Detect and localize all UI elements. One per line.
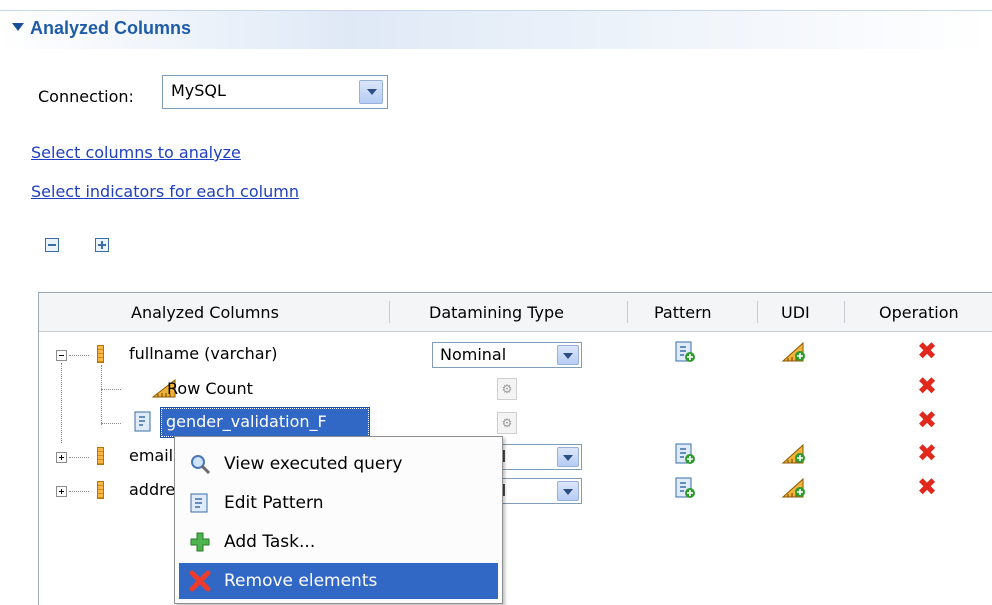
connection-label: Connection: xyxy=(38,87,134,106)
menu-item-edit-pattern[interactable]: Edit Pattern xyxy=(179,485,498,521)
pattern-icon xyxy=(134,411,151,432)
dropdown-button[interactable] xyxy=(557,345,579,365)
chevron-down-icon xyxy=(563,489,573,495)
tree-expand-toggle[interactable] xyxy=(56,452,67,463)
header-udi[interactable]: UDI xyxy=(781,303,810,322)
tree-line xyxy=(69,491,89,492)
pattern-icon[interactable] xyxy=(675,443,695,465)
section-header[interactable]: Analyzed Columns xyxy=(0,10,992,49)
section-title: Analyzed Columns xyxy=(30,18,192,38)
remove-icon[interactable]: ✖ xyxy=(917,441,937,465)
column-icon xyxy=(97,481,104,499)
header-separator xyxy=(757,301,758,323)
table-header: Analyzed Columns Datamining Type Pattern… xyxy=(39,293,992,332)
tree-line xyxy=(101,365,102,425)
header-datamining-type[interactable]: Datamining Type xyxy=(429,303,564,322)
tree-line xyxy=(61,363,62,443)
plus-icon-v xyxy=(101,241,103,249)
row-email[interactable]: email xyxy=(129,446,174,465)
header-operation[interactable]: Operation xyxy=(879,303,959,322)
chevron-down-icon xyxy=(563,455,573,461)
header-analyzed-columns[interactable]: Analyzed Columns xyxy=(131,303,279,322)
remove-icon[interactable]: ✖ xyxy=(917,475,937,499)
minus-icon xyxy=(48,244,56,246)
context-menu: View executed query Edit Pattern Add Tas… xyxy=(174,436,503,604)
remove-icon[interactable]: ✖ xyxy=(917,339,937,363)
menu-item-add-task[interactable]: Add Task... xyxy=(179,524,498,560)
header-separator xyxy=(389,301,390,323)
pattern-icon[interactable] xyxy=(675,341,695,363)
tree-line xyxy=(101,423,121,424)
menu-item-view-executed-query[interactable]: View executed query xyxy=(179,446,498,482)
udi-icon[interactable] xyxy=(781,341,807,363)
connection-dropdown-button[interactable] xyxy=(359,80,383,104)
connection-select[interactable]: MySQL xyxy=(162,75,388,109)
remove-icon[interactable]: ✖ xyxy=(917,374,937,398)
select-indicators-link[interactable]: Select indicators for each column xyxy=(31,182,299,201)
row-gender-validation: gender_validation_F xyxy=(166,412,327,431)
magnifier-icon xyxy=(191,455,211,475)
collapse-triangle-icon[interactable] xyxy=(12,23,24,31)
tree-line xyxy=(69,457,89,458)
column-icon xyxy=(97,345,104,363)
header-separator xyxy=(627,301,628,323)
tree-line xyxy=(101,389,121,390)
select-columns-link[interactable]: Select columns to analyze xyxy=(31,143,241,162)
datamining-type-select[interactable]: Nominal xyxy=(432,342,582,368)
menu-item-remove-elements[interactable]: Remove elements xyxy=(179,563,498,599)
row-row-count[interactable]: Row Count xyxy=(167,379,253,398)
gear-icon[interactable]: ⚙ xyxy=(497,412,517,434)
gear-icon[interactable]: ⚙ xyxy=(497,378,517,400)
tree-line xyxy=(69,355,89,356)
chevron-down-icon xyxy=(563,353,573,359)
row-address[interactable]: address xyxy=(129,480,174,499)
collapse-all-button[interactable] xyxy=(45,238,59,252)
selected-tree-item[interactable]: gender_validation_F xyxy=(160,407,370,438)
tree-expand-toggle[interactable] xyxy=(56,486,67,497)
green-plus-icon xyxy=(190,532,210,552)
column-icon xyxy=(97,447,104,465)
tree-collapse-toggle[interactable] xyxy=(56,350,67,361)
udi-icon[interactable] xyxy=(781,443,807,465)
dropdown-button[interactable] xyxy=(557,481,579,501)
pattern-icon xyxy=(190,493,208,513)
remove-icon[interactable]: ✖ xyxy=(917,408,937,432)
header-pattern[interactable]: Pattern xyxy=(654,303,712,322)
expand-all-button[interactable] xyxy=(95,238,109,252)
pattern-icon[interactable] xyxy=(675,477,695,499)
row-fullname[interactable]: fullname (varchar) xyxy=(129,344,277,363)
header-separator xyxy=(844,301,845,323)
connection-value: MySQL xyxy=(171,81,226,100)
udi-icon[interactable] xyxy=(781,477,807,499)
dropdown-button[interactable] xyxy=(557,447,579,467)
chevron-down-icon xyxy=(367,89,377,95)
red-x-icon xyxy=(189,570,211,592)
